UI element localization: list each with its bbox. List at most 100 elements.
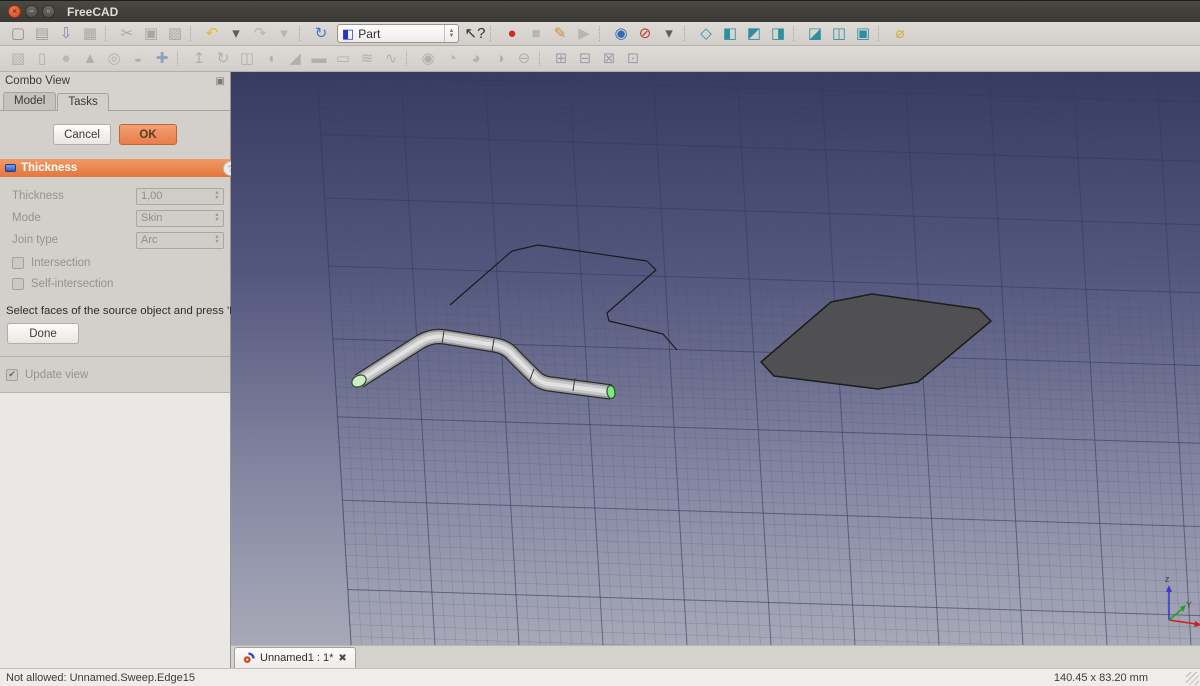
redo-icon[interactable]: ↷: [249, 24, 271, 44]
window-title: FreeCAD: [67, 4, 119, 19]
part-toolbar: ▧ ▯ ● ▲ ◎ ◒ ✚ ↥ ↻ ◫ ◖ ◢ ▬ ▭ ≋ ∿ ◉ ◔ ◕ ◑ ⊖ ⊞ ⊟ ⊠ ⊡: [0, 46, 1200, 72]
self-intersection-checkbox-label: Self-intersection: [31, 277, 114, 290]
thickness-task-header[interactable]: Thickness ?: [0, 159, 238, 177]
paste-icon[interactable]: ▨: [164, 24, 186, 44]
self-intersection-checkbox-row: Self-intersection: [6, 274, 224, 293]
cancel-button[interactable]: Cancel: [53, 124, 111, 145]
whats-this-icon[interactable]: ↖?: [464, 24, 486, 44]
combo-view-title: Combo View: [5, 75, 70, 87]
view-axonometric-icon[interactable]: ◇: [695, 24, 717, 44]
thickness-field-row: Thickness 1,00 ▲ ▼: [6, 185, 224, 207]
3d-viewport[interactable]: zYx: [231, 72, 1200, 645]
macro-record-icon[interactable]: ●: [501, 24, 523, 44]
workbench-part-icon: ◧: [342, 25, 355, 41]
workbench-selector[interactable]: ◧ Part ▲ ▼: [337, 24, 459, 43]
join-type-field[interactable]: Arc ▲ ▼: [136, 231, 224, 249]
refresh-icon[interactable]: ↻: [310, 24, 332, 44]
view-front-icon[interactable]: ◧: [719, 24, 741, 44]
thickness-icon: [5, 164, 16, 172]
panel-float-icon[interactable]: ▣: [216, 76, 225, 87]
document-tab-close-icon[interactable]: ✖: [338, 653, 346, 664]
tab-model[interactable]: Model: [3, 92, 57, 110]
measure-distance-icon[interactable]: ⌀: [889, 24, 911, 44]
part-revolve-icon[interactable]: ↻: [212, 49, 234, 69]
save-document-icon[interactable]: ⇩: [55, 24, 77, 44]
boolean-cut-icon[interactable]: ◔: [441, 49, 463, 69]
draw-style-icon[interactable]: ⊘: [634, 24, 656, 44]
join-type-field-label: Join type: [12, 234, 59, 246]
tab-tasks[interactable]: Tasks: [57, 93, 109, 111]
cut-icon[interactable]: ✂: [116, 24, 138, 44]
join-type-field-value: Arc: [141, 234, 158, 246]
title-bar: × − ▫ FreeCAD: [0, 0, 1200, 22]
compound-filter-icon[interactable]: ⊡: [622, 49, 644, 69]
part-torus-icon[interactable]: ◎: [103, 49, 125, 69]
freecad-doc-icon: [243, 652, 255, 663]
part-ruled-surface-icon[interactable]: ▭: [332, 49, 354, 69]
done-button[interactable]: Done: [7, 323, 79, 344]
part-sweep-icon[interactable]: ∿: [380, 49, 402, 69]
window-maximize-button[interactable]: ▫: [42, 5, 55, 18]
axis-indicator: zYx: [1165, 574, 1200, 627]
macro-stop-icon[interactable]: ■: [525, 24, 547, 44]
redo-dropdown-icon[interactable]: ▾: [273, 24, 295, 44]
sweep-tube[interactable]: [354, 328, 613, 400]
boolean-union-icon[interactable]: ◉: [417, 49, 439, 69]
draw-style-dropdown-icon[interactable]: ▾: [658, 24, 680, 44]
part-sphere-icon[interactable]: ●: [55, 49, 77, 69]
window-minimize-button[interactable]: −: [25, 5, 38, 18]
print-document-icon[interactable]: ▦: [79, 24, 101, 44]
view-bottom-icon[interactable]: ◫: [828, 24, 850, 44]
hexagon-face[interactable]: [760, 293, 992, 390]
part-extrude-icon[interactable]: ↥: [188, 49, 210, 69]
open-document-icon[interactable]: ▤: [31, 24, 53, 44]
new-document-icon[interactable]: ▢: [7, 24, 29, 44]
ok-button[interactable]: OK: [119, 124, 177, 145]
3d-scene[interactable]: zYx: [231, 72, 1200, 645]
update-view-checkbox[interactable]: ✔: [6, 368, 18, 381]
undo-icon[interactable]: ↶: [201, 24, 223, 44]
macro-edit-icon[interactable]: ✎: [549, 24, 571, 44]
document-tab[interactable]: Unnamed1 : 1* ✖: [234, 647, 356, 668]
mode-field-spinner[interactable]: ▲ ▼: [211, 211, 223, 226]
view-left-icon[interactable]: ▣: [852, 24, 874, 44]
view-rear-icon[interactable]: ◪: [804, 24, 826, 44]
part-cone-icon[interactable]: ▲: [79, 49, 101, 69]
compound-explode-icon[interactable]: ⊠: [598, 49, 620, 69]
workbench-selector-spinner[interactable]: ▲ ▼: [444, 25, 458, 42]
toolbar-separator: [539, 51, 545, 66]
part-box-icon[interactable]: ▧: [7, 49, 29, 69]
mode-field[interactable]: Skin ▲ ▼: [136, 209, 224, 227]
window-close-button[interactable]: ×: [8, 5, 21, 18]
update-view-row: ✔ Update view: [0, 365, 230, 384]
undo-dropdown-icon[interactable]: ▾: [225, 24, 247, 44]
copy-icon[interactable]: ▣: [140, 24, 162, 44]
fit-all-icon[interactable]: ◉: [610, 24, 632, 44]
update-view-label: Update view: [25, 368, 89, 381]
axis-label-z: z: [1165, 574, 1170, 584]
cross-sections-icon[interactable]: ⊖: [513, 49, 535, 69]
part-mirror-icon[interactable]: ◫: [236, 49, 258, 69]
part-chamfer-icon[interactable]: ◢: [284, 49, 306, 69]
thickness-field-spinner[interactable]: ▲ ▼: [211, 189, 223, 204]
intersection-checkbox[interactable]: [12, 256, 24, 269]
part-loft-icon[interactable]: ≋: [356, 49, 378, 69]
resize-grip[interactable]: [1186, 672, 1199, 685]
viewport-grid: [317, 72, 1200, 645]
part-primitives-icon[interactable]: ◒: [127, 49, 149, 69]
boolean-common-icon[interactable]: ◕: [465, 49, 487, 69]
part-cylinder-icon[interactable]: ▯: [31, 49, 53, 69]
section-icon[interactable]: ◑: [489, 49, 511, 69]
part-fillet-icon[interactable]: ◖: [260, 49, 282, 69]
view-top-icon[interactable]: ◩: [743, 24, 765, 44]
view-right-icon[interactable]: ◨: [767, 24, 789, 44]
compound-create-icon[interactable]: ⊞: [550, 49, 572, 69]
macro-play-icon[interactable]: ▶: [573, 24, 595, 44]
join-type-field-spinner[interactable]: ▲ ▼: [211, 233, 223, 248]
part-make-face-icon[interactable]: ▬: [308, 49, 330, 69]
self-intersection-checkbox[interactable]: [12, 277, 24, 290]
compound-extract-icon[interactable]: ⊟: [574, 49, 596, 69]
intersection-checkbox-label: Intersection: [31, 256, 91, 269]
thickness-field[interactable]: 1,00 ▲ ▼: [136, 187, 224, 205]
part-shape-builder-icon[interactable]: ✚: [151, 49, 173, 69]
